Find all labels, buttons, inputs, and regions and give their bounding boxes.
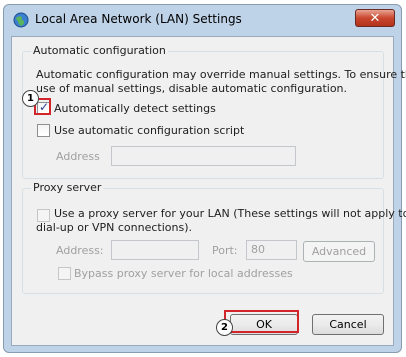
auto-detect-label[interactable]: Automatically detect settings (54, 102, 216, 115)
cancel-button[interactable]: Cancel (312, 314, 384, 335)
step-badge-2: 2 (216, 319, 233, 336)
close-button[interactable]: ✕ (355, 9, 395, 27)
proxy-port-field[interactable]: 80 (246, 240, 297, 260)
automatic-configuration-title: Automatic configuration (31, 44, 168, 57)
ok-button-highlight (224, 310, 299, 333)
proxy-server-title: Proxy server (31, 181, 104, 194)
step-badge-1: 1 (22, 90, 39, 107)
proxy-address-label: Address: (56, 244, 104, 257)
use-proxy-label-line2: dial-up or VPN connections). (36, 221, 193, 234)
bypass-local-label[interactable]: Bypass proxy server for local addresses (74, 267, 293, 280)
advanced-button[interactable]: Advanced (303, 241, 375, 262)
proxy-port-label: Port: (212, 244, 238, 257)
script-address-field[interactable] (111, 146, 296, 166)
automatic-description-line2: use of manual settings, disable automati… (36, 82, 348, 95)
dialog-body: Automatic configuration Automatic config… (11, 36, 406, 346)
title-bar[interactable]: Local Area Network (LAN) Settings ✕ (4, 5, 401, 35)
automatic-description-line1: Automatic configuration may override man… (36, 68, 406, 81)
bypass-local-checkbox[interactable] (58, 267, 71, 280)
proxy-address-field[interactable] (111, 240, 199, 260)
lan-settings-dialog: Local Area Network (LAN) Settings ✕ Auto… (3, 4, 406, 353)
window-title: Local Area Network (LAN) Settings (35, 12, 242, 26)
script-address-label: Address (56, 150, 100, 163)
use-proxy-label-line1[interactable]: Use a proxy server for your LAN (These s… (54, 207, 406, 220)
auto-config-script-checkbox[interactable] (37, 124, 50, 137)
network-globe-icon (13, 12, 29, 28)
auto-config-script-label[interactable]: Use automatic configuration script (54, 124, 244, 137)
